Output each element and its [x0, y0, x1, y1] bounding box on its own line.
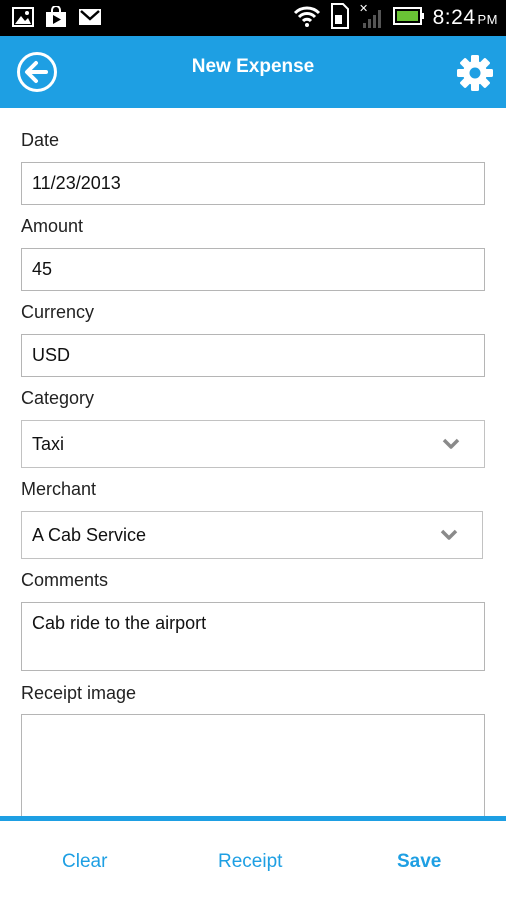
category-select[interactable]: Taxi: [21, 420, 485, 468]
merchant-label: Merchant: [21, 479, 97, 499]
sim-icon: [329, 2, 351, 34]
clear-button[interactable]: Clear: [62, 851, 107, 873]
currency-label: Currency: [21, 302, 95, 322]
settings-button[interactable]: [456, 54, 494, 92]
comments-label: Comments: [21, 570, 109, 590]
no-signal-icon: ✕: [359, 2, 385, 34]
receipt-image-box[interactable]: [21, 714, 485, 824]
date-value: 11/23/2013: [32, 173, 121, 193]
comments-value: Cab ride to the airport: [32, 613, 207, 633]
action-bar: New Expense: [0, 36, 506, 108]
notification-icons: [12, 5, 102, 33]
gallery-icon: [12, 7, 34, 32]
category-label: Category: [21, 388, 95, 408]
svg-text:✕: ✕: [359, 3, 368, 15]
currency-value: USD: [32, 345, 71, 365]
category-value: Taxi: [32, 433, 65, 454]
date-field[interactable]: 11/23/2013: [21, 162, 485, 205]
play-store-icon: [44, 5, 68, 33]
chevron-down-icon: [442, 438, 460, 449]
gmail-icon: [78, 7, 102, 32]
chevron-down-icon: [440, 529, 458, 540]
page-title: New Expense: [191, 56, 315, 77]
merchant-select[interactable]: A Cab Service: [21, 511, 483, 559]
bottom-bar: Clear Receipt Save: [0, 816, 506, 900]
comments-field[interactable]: Cab ride to the airport: [21, 602, 485, 671]
battery-icon: [392, 5, 425, 32]
amount-label: Amount: [21, 216, 84, 236]
amount-field[interactable]: 45: [21, 248, 485, 291]
clock: 8:24 PM: [432, 6, 498, 29]
currency-field[interactable]: USD: [21, 334, 485, 377]
save-button[interactable]: Save: [397, 851, 441, 873]
merchant-value: A Cab Service: [32, 524, 147, 545]
amount-value: 45: [32, 259, 53, 279]
receipt-button[interactable]: Receipt: [218, 851, 282, 873]
receipt-image-label: Receipt image: [21, 683, 137, 703]
status-bar: ✕ 8:24 PM: [0, 0, 506, 36]
system-icons: ✕ 8:24 PM: [293, 2, 498, 34]
date-label: Date: [21, 130, 60, 150]
wifi-icon: [293, 4, 321, 33]
gear-icon: [457, 55, 493, 91]
